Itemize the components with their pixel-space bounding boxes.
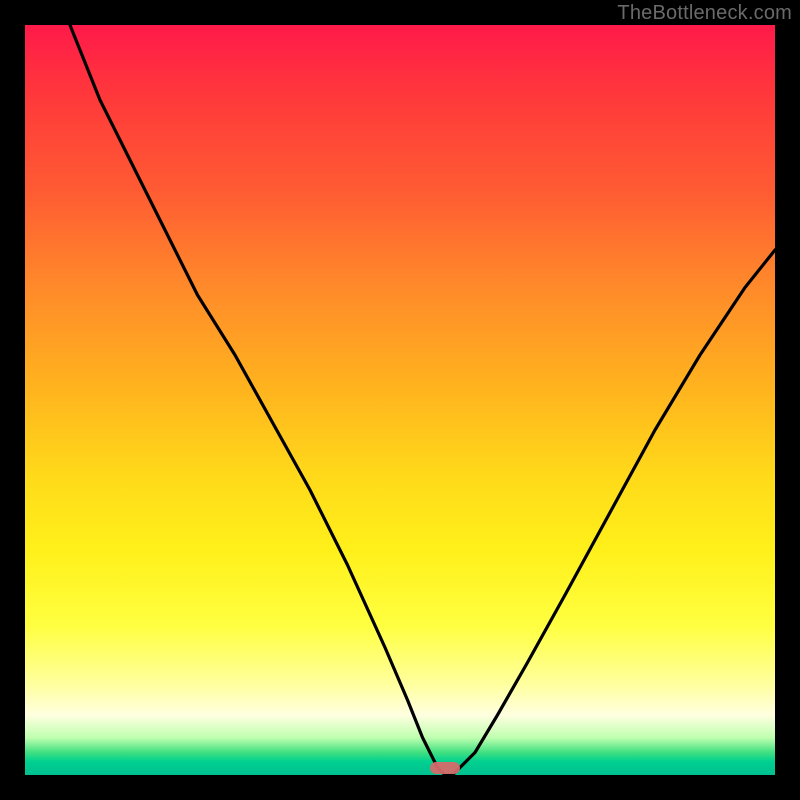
curve-path — [70, 25, 775, 775]
bottleneck-curve — [25, 25, 775, 775]
plot-area — [25, 25, 775, 775]
attribution-text: TheBottleneck.com — [617, 2, 792, 25]
optimal-point-marker — [430, 762, 460, 774]
chart-container: TheBottleneck.com — [0, 0, 800, 800]
